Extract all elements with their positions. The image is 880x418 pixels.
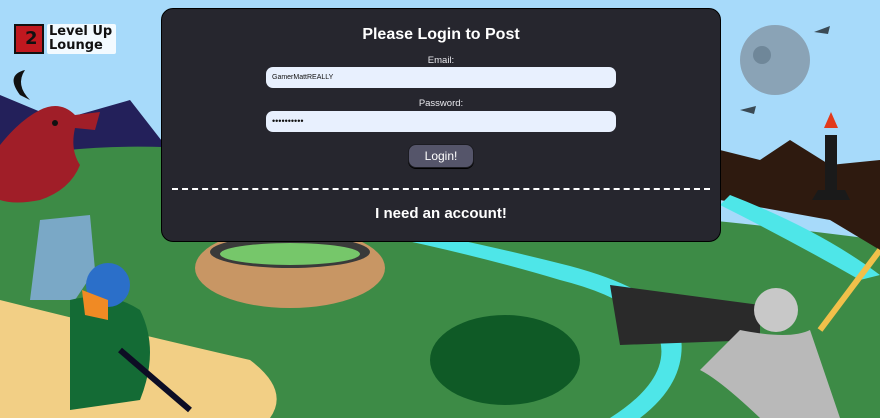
- logo-line-1: Level Up: [49, 24, 113, 39]
- email-label: Email:: [427, 55, 455, 66]
- site-logo[interactable]: Level Up Lounge: [14, 22, 117, 56]
- logo-line-2: Lounge: [49, 38, 103, 53]
- section-divider: [172, 188, 710, 190]
- password-label: Password:: [418, 98, 464, 109]
- create-account-link[interactable]: I need an account!: [162, 205, 720, 222]
- login-button[interactable]: Login!: [408, 144, 474, 168]
- login-panel: Please Login to Post Email: GamerMattREA…: [161, 8, 721, 242]
- logo-text: Level Up Lounge: [47, 24, 117, 54]
- login-title: Please Login to Post: [362, 26, 520, 43]
- logo-badge-icon: [14, 24, 44, 54]
- password-field[interactable]: ••••••••••: [266, 111, 616, 132]
- email-field[interactable]: GamerMattREALLY: [266, 67, 616, 88]
